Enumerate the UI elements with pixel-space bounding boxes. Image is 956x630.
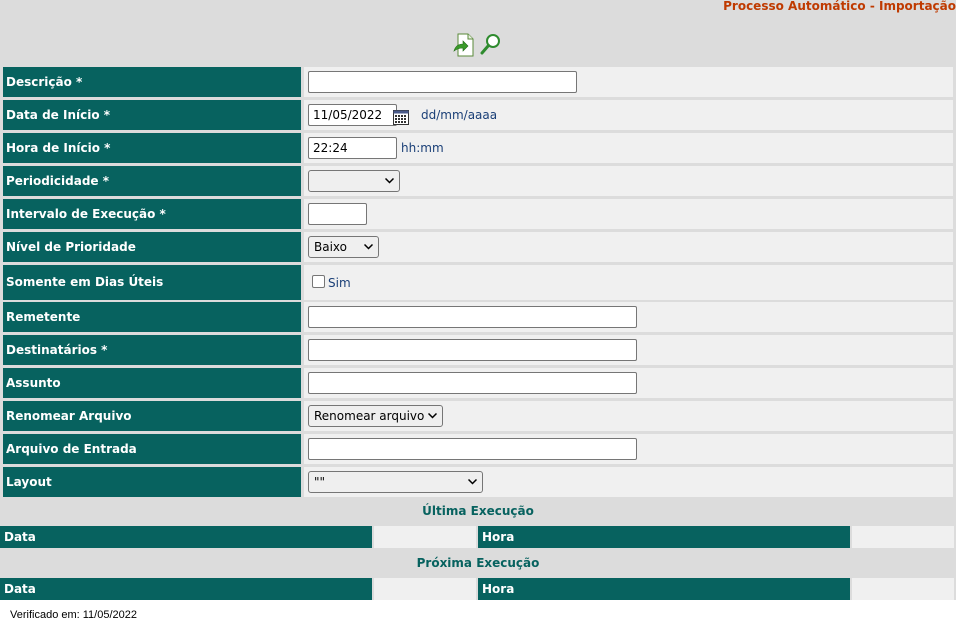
row-hora-inicio: Hora de Início * hh:mm [3, 133, 953, 163]
data-format-hint: dd/mm/aaaa [421, 108, 498, 122]
arquivo-entrada-label: Arquivo de Entrada [3, 434, 301, 464]
row-prioridade: Nível de Prioridade Baixo [3, 232, 953, 262]
chevron-down-icon [385, 178, 394, 184]
dias-uteis-checkbox[interactable] [312, 275, 325, 288]
toolbar [452, 31, 504, 59]
dias-uteis-checkbox-label[interactable]: Sim [328, 276, 351, 290]
ultima-data-value [374, 526, 476, 548]
ultima-hora-value [852, 526, 954, 548]
intervalo-label: Intervalo de Execução * [3, 199, 301, 229]
ultima-hora-label: Hora [478, 526, 850, 548]
row-remetente: Remetente [3, 302, 953, 332]
proxima-data-value [374, 578, 476, 600]
data-inicio-label: Data de Início * [3, 100, 301, 130]
periodicidade-select[interactable] [308, 170, 400, 192]
proxima-data-label: Data [0, 578, 372, 600]
layout-selected: "" [314, 475, 326, 489]
new-document-icon [453, 33, 474, 57]
dias-uteis-label: Somente em Dias Úteis [3, 265, 301, 300]
ultima-data-label: Data [0, 526, 372, 548]
new-document-button[interactable] [452, 31, 478, 59]
proxima-execucao-row: Data Hora [0, 578, 956, 600]
data-inicio-input[interactable] [308, 104, 397, 126]
chevron-down-icon [468, 479, 477, 485]
prioridade-selected: Baixo [314, 240, 347, 254]
descricao-label: Descrição * [3, 67, 301, 97]
row-intervalo: Intervalo de Execução * [3, 199, 953, 229]
assunto-input[interactable] [308, 372, 637, 394]
periodicidade-label: Periodicidade * [3, 166, 301, 196]
renomear-selected: Renomear arquivo [314, 409, 425, 423]
prioridade-select[interactable]: Baixo [308, 236, 379, 258]
row-arquivo-entrada: Arquivo de Entrada [3, 434, 953, 464]
chevron-down-icon [428, 413, 437, 419]
prioridade-label: Nível de Prioridade [3, 232, 301, 262]
row-descricao: Descrição * [3, 67, 953, 97]
search-button[interactable] [478, 31, 504, 59]
arquivo-entrada-input[interactable] [308, 438, 637, 460]
row-assunto: Assunto [3, 368, 953, 398]
chevron-down-icon [364, 244, 373, 250]
renomear-select[interactable]: Renomear arquivo [308, 405, 443, 427]
ultima-execucao-title: Última Execução [422, 504, 534, 518]
destinatarios-input[interactable] [308, 339, 637, 361]
destinatarios-label: Destinatários * [3, 335, 301, 365]
proxima-hora-label: Hora [478, 578, 850, 600]
ultima-execucao-row: Data Hora [0, 526, 956, 548]
proxima-hora-value [852, 578, 954, 600]
row-periodicidade: Periodicidade * [3, 166, 953, 196]
row-dias-uteis: Somente em Dias Úteis Sim [3, 265, 953, 300]
hora-format-hint: hh:mm [401, 141, 444, 155]
hora-inicio-label: Hora de Início * [3, 133, 301, 163]
hora-inicio-input[interactable] [308, 137, 397, 159]
search-icon [480, 34, 500, 55]
remetente-input[interactable] [308, 306, 637, 328]
assunto-label: Assunto [3, 368, 301, 398]
intervalo-input[interactable] [308, 203, 367, 225]
layout-label: Layout [3, 467, 301, 497]
calendar-icon[interactable] [393, 109, 409, 125]
row-renomear: Renomear Arquivo Renomear arquivo [3, 401, 953, 431]
proxima-execucao-title: Próxima Execução [416, 556, 540, 570]
descricao-input[interactable] [308, 71, 577, 93]
verified-date-note: Verificado em: 11/05/2022 [10, 609, 137, 621]
row-data-inicio: Data de Início * dd/mm/aaaa [3, 100, 953, 130]
layout-select[interactable]: "" [308, 471, 483, 493]
row-layout: Layout "" [3, 467, 953, 497]
row-destinatarios: Destinatários * [3, 335, 953, 365]
page-title: Processo Automático - Importação [723, 0, 956, 13]
remetente-label: Remetente [3, 302, 301, 332]
renomear-label: Renomear Arquivo [3, 401, 301, 431]
